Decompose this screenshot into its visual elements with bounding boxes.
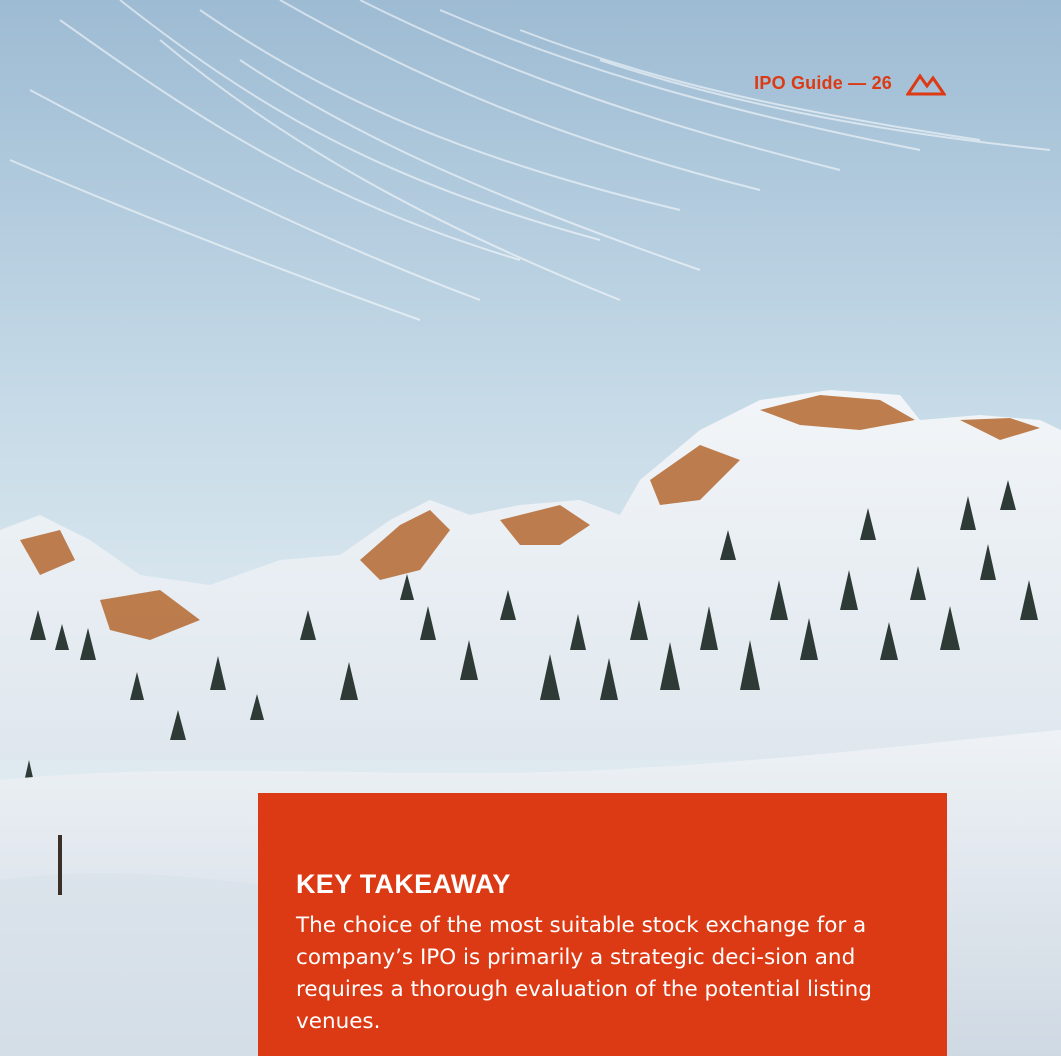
page-number-label: IPO Guide — 26 <box>754 72 892 93</box>
key-takeaway-text: The choice of the most suitable stock ex… <box>296 913 872 1034</box>
mountain-outline-icon <box>906 73 946 96</box>
key-takeaway-box: KEY TAKEAWAY The choice of the most suit… <box>258 793 947 1056</box>
key-takeaway-title: KEY TAKEAWAY <box>296 869 511 899</box>
page-header: IPO Guide — 26 <box>754 70 946 96</box>
